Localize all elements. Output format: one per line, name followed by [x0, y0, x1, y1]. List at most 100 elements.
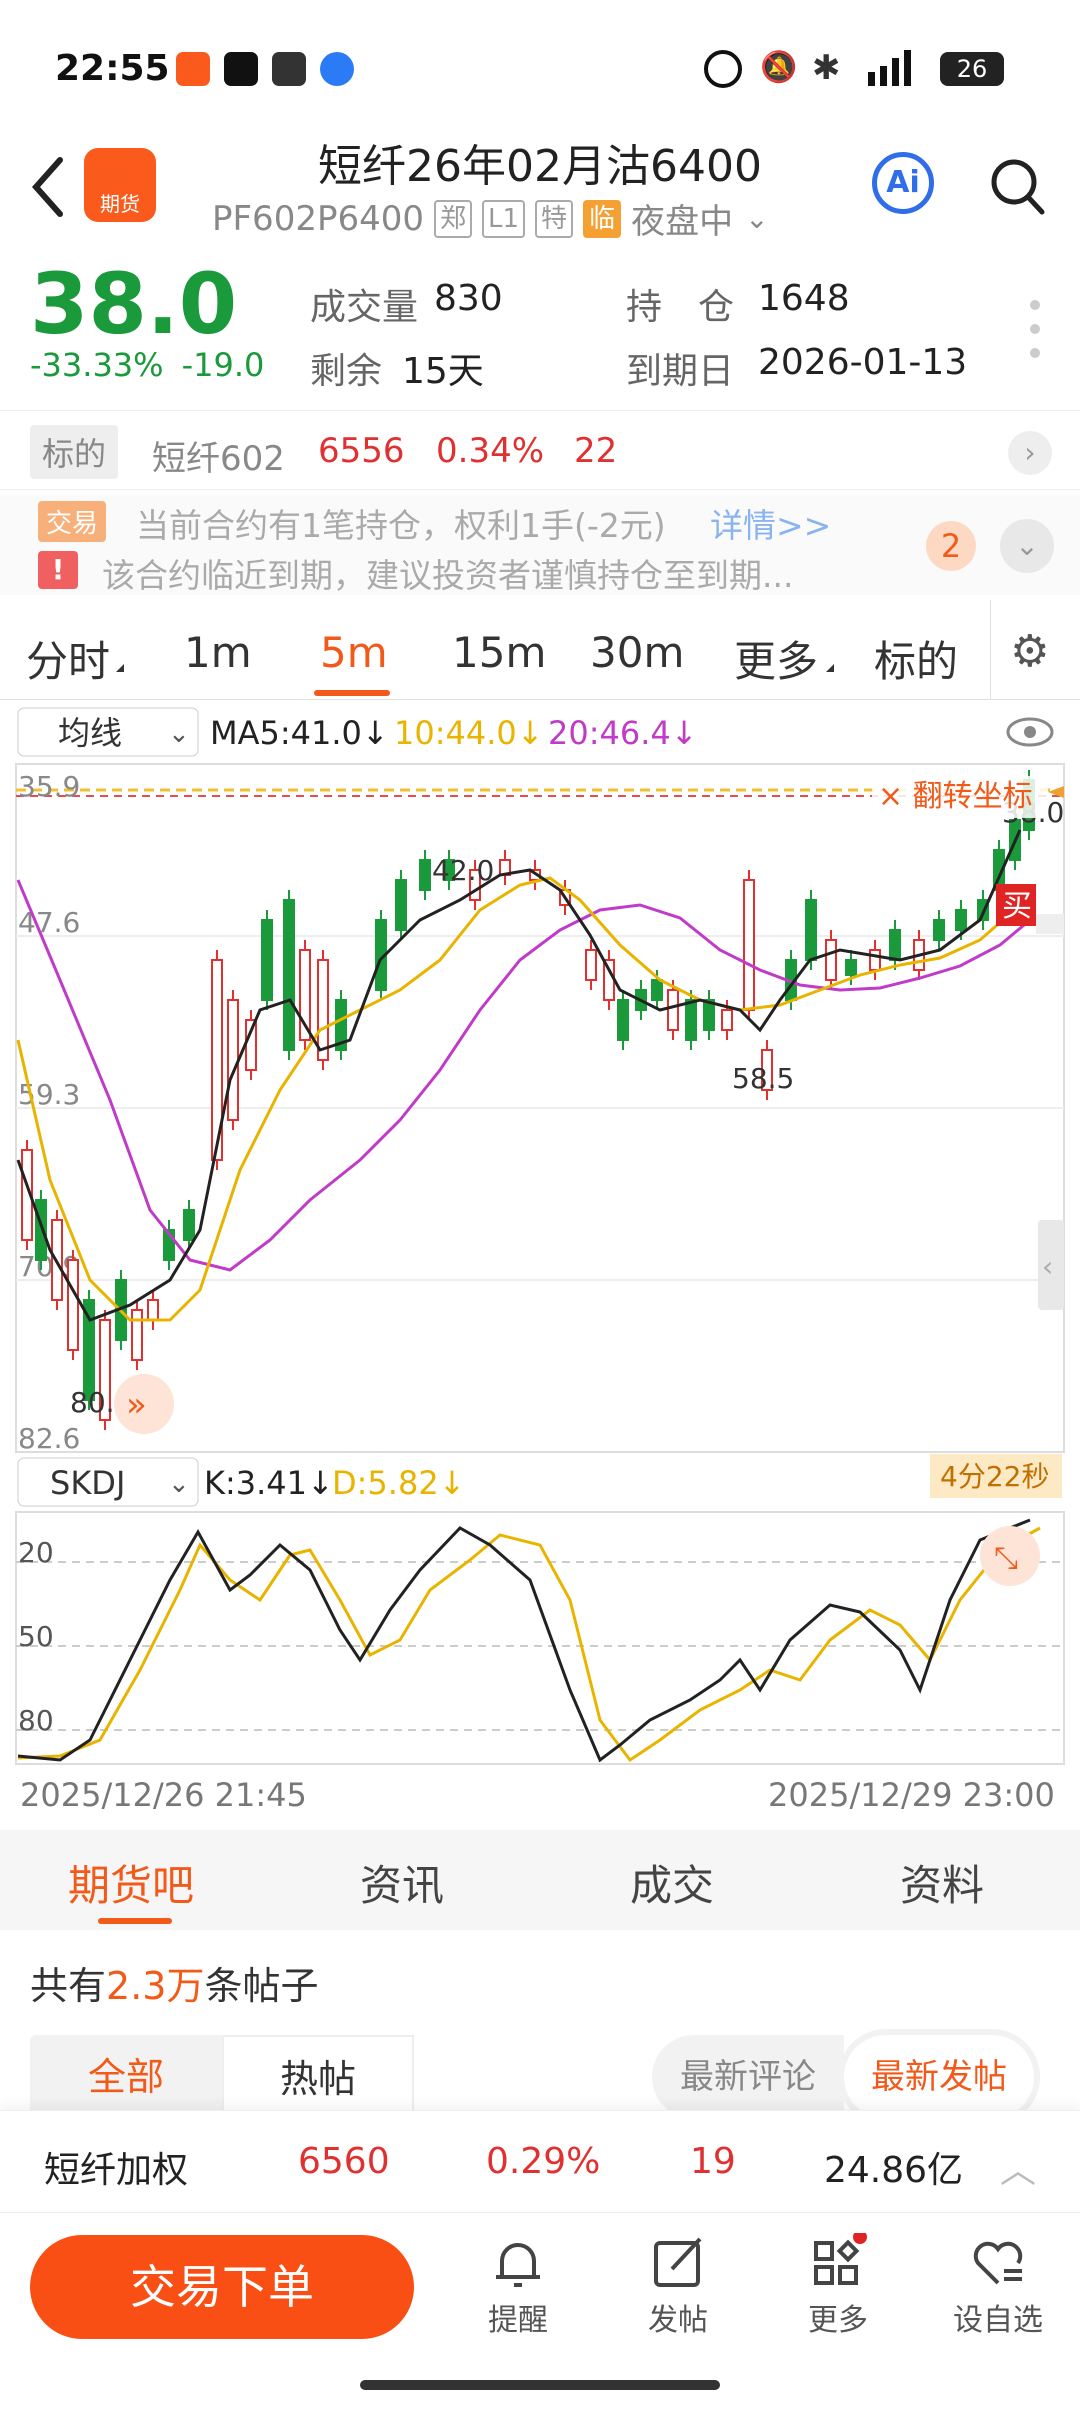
post-button[interactable]: 发帖 — [618, 2233, 738, 2339]
ticker-name: 短纤加权 — [44, 2150, 189, 2191]
tab-news[interactable]: 资讯 — [360, 1852, 444, 1913]
open-interest-value: 1648 — [758, 278, 850, 319]
sub-y-label: 50 — [18, 1620, 54, 1653]
tab-15m[interactable]: 15m — [452, 628, 546, 677]
open-interest-label: 持 仓 — [626, 287, 735, 328]
candle-body — [955, 909, 967, 931]
flip-coords-button[interactable]: × 翻转坐标 — [878, 779, 1033, 814]
candle-body — [261, 919, 273, 1001]
candle-body — [889, 929, 901, 961]
chevron-down-icon[interactable]: ⌄ — [745, 202, 768, 235]
alarm-icon — [704, 50, 742, 88]
sub-y-label: 80 — [18, 1704, 54, 1737]
skdj-selector-label: SKDJ — [50, 1464, 125, 1502]
bluetooth-icon: ✱ — [812, 48, 841, 88]
filter-hot[interactable]: 热帖 — [222, 2035, 414, 2119]
status-bar: 22:55 🔕 ✱ 26 — [0, 0, 1080, 140]
chevron-up-icon[interactable]: ︿ — [1000, 2141, 1036, 2193]
candle-body — [667, 989, 679, 1031]
candle-body — [743, 879, 755, 1011]
heart-list-icon — [938, 2233, 1058, 2295]
tab-trades[interactable]: 成交 — [630, 1852, 714, 1913]
sub-chart-frame — [15, 1511, 1065, 1765]
post-count: 共有 2.3万 条帖子 — [30, 1955, 318, 2010]
candle-body — [67, 1259, 79, 1351]
place-order-button[interactable]: 交易下单 — [30, 2235, 414, 2339]
exchange-tag: 郑 — [434, 199, 473, 238]
battery-icon: 26 — [940, 52, 1004, 86]
ma5-value: MA5:41.0↓ — [210, 714, 389, 752]
change-percent: -33.33% — [30, 346, 164, 384]
post-label: 发帖 — [648, 2303, 708, 2338]
ticker-amount: 24.86亿 — [824, 2150, 964, 2191]
candle-body — [35, 1199, 47, 1261]
sort-latest-post[interactable]: 最新发帖 — [844, 2035, 1034, 2119]
tab-intraday[interactable]: 分时 — [26, 628, 110, 689]
mute-icon: 🔕 — [760, 50, 798, 85]
expand-chevron-icon[interactable]: ⌄ — [1000, 519, 1054, 573]
home-indicator[interactable] — [360, 2380, 720, 2390]
more-button[interactable]: 更多 — [778, 2230, 898, 2339]
y-label: 47.6 — [18, 906, 80, 939]
post-count-prefix: 共有 — [30, 1964, 107, 2008]
kline-chart[interactable]: 均线 ⌄ MA5:41.0↓ 10:44.0↓ 20:46.4↓ 35.9 47… — [0, 700, 1080, 1830]
y-label: 35.9 — [18, 770, 80, 803]
search-icon[interactable] — [990, 156, 1046, 216]
candle-body — [617, 999, 629, 1041]
expiring-tag: 临 — [583, 199, 622, 238]
community-tabs: 期货吧 资讯 成交 资料 — [0, 1830, 1080, 1930]
more-options-icon[interactable] — [1030, 300, 1044, 372]
tab-forum[interactable]: 期货吧 — [68, 1852, 194, 1913]
annotation-high: 42.0 — [432, 854, 494, 887]
session-status: 夜盘中 — [631, 202, 734, 242]
add-watchlist-button[interactable]: 设自选 — [938, 2233, 1058, 2339]
remain-value: 15天 — [402, 351, 484, 392]
underlying-name: 短纤602 — [152, 439, 285, 479]
underlying-change: 22 — [574, 431, 618, 471]
candle-body — [585, 949, 597, 981]
sub-y-label: 20 — [18, 1536, 54, 1569]
sort-latest-comment[interactable]: 最新评论 — [652, 2035, 844, 2119]
skdj-k-value: K:3.41↓ — [204, 1464, 334, 1502]
change-value: -19.0 — [181, 346, 265, 384]
ai-assistant-button[interactable]: Ai — [872, 152, 934, 214]
remain-label: 剩余 — [310, 351, 383, 392]
tab-1m[interactable]: 1m — [184, 628, 252, 677]
alert-button[interactable]: 提醒 — [458, 2233, 578, 2339]
index-ticker[interactable]: 短纤加权 6560 0.29% 19 24.86亿 ︿ — [0, 2110, 1080, 2210]
filter-all[interactable]: 全部 — [30, 2035, 222, 2119]
eye-icon[interactable] — [1006, 717, 1054, 747]
detail-link[interactable]: 详情>> — [710, 499, 831, 547]
signal-icon — [862, 48, 922, 88]
underlying-tag: 标的 — [30, 425, 119, 479]
candle-body — [419, 859, 431, 891]
level-tag: L1 — [482, 199, 526, 238]
skdj-d-value: D:5.82↓ — [332, 1464, 465, 1502]
tab-underlying[interactable]: 标的 — [874, 628, 958, 689]
status-time: 22:55 — [55, 48, 170, 89]
candle-body — [805, 899, 817, 961]
qihuo-app-icon — [176, 52, 210, 86]
chevron-right-icon[interactable]: › — [1008, 431, 1052, 475]
last-price: 38.0 — [30, 255, 238, 353]
tab-5m[interactable]: 5m — [320, 628, 388, 677]
watchlist-label: 设自选 — [953, 2303, 1043, 2338]
alert-label: 提醒 — [488, 2303, 548, 2338]
post-count-suffix: 条帖子 — [204, 1964, 319, 2008]
expand-arrows-glyph: ⤡ — [994, 1541, 1018, 1576]
candle-body — [869, 949, 881, 971]
edit-icon — [618, 2233, 738, 2295]
price-tag — [1036, 914, 1064, 934]
ma20-value: 20:46.4↓ — [548, 714, 698, 752]
candle-body — [651, 979, 663, 1001]
tab-30m[interactable]: 30m — [590, 628, 684, 677]
special-tag: 特 — [535, 199, 574, 238]
chevron-down-icon: ⌄ — [168, 719, 190, 749]
active-tab-indicator — [314, 690, 390, 696]
time-axis-start: 2025/12/26 21:45 — [20, 1776, 307, 1814]
tab-more[interactable]: 更多 — [734, 628, 818, 689]
underlying-row[interactable]: 标的 短纤602 6556 0.34% 22 › — [0, 410, 1080, 490]
settings-gear-icon[interactable]: ⚙ — [1010, 626, 1049, 677]
expiry-label: 到期日 — [626, 351, 735, 392]
tab-profile[interactable]: 资料 — [900, 1852, 984, 1913]
